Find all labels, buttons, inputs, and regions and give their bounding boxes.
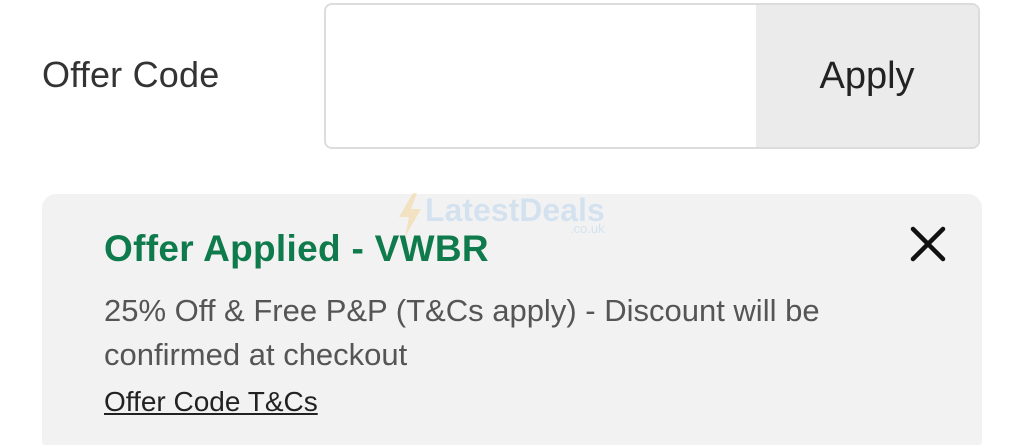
apply-button[interactable]: Apply <box>756 5 978 147</box>
offer-code-terms-link[interactable]: Offer Code T&Cs <box>104 386 318 418</box>
close-button[interactable] <box>908 224 948 264</box>
offer-code-row: Offer Code Apply <box>42 3 982 151</box>
close-icon <box>910 226 946 262</box>
offer-applied-card: Offer Applied - VWBR 25% Off & Free P&P … <box>42 194 982 445</box>
offer-applied-title: Offer Applied - VWBR <box>104 228 489 269</box>
offer-applied-description: 25% Off & Free P&P (T&Cs apply) - Discou… <box>104 293 820 372</box>
offer-code-input[interactable] <box>326 5 756 147</box>
offer-code-group: Apply <box>324 3 980 149</box>
offer-code-label: Offer Code <box>42 54 220 95</box>
offer-code-page: Offer Code Apply Offer Applied - VWBR 25… <box>0 0 1024 445</box>
